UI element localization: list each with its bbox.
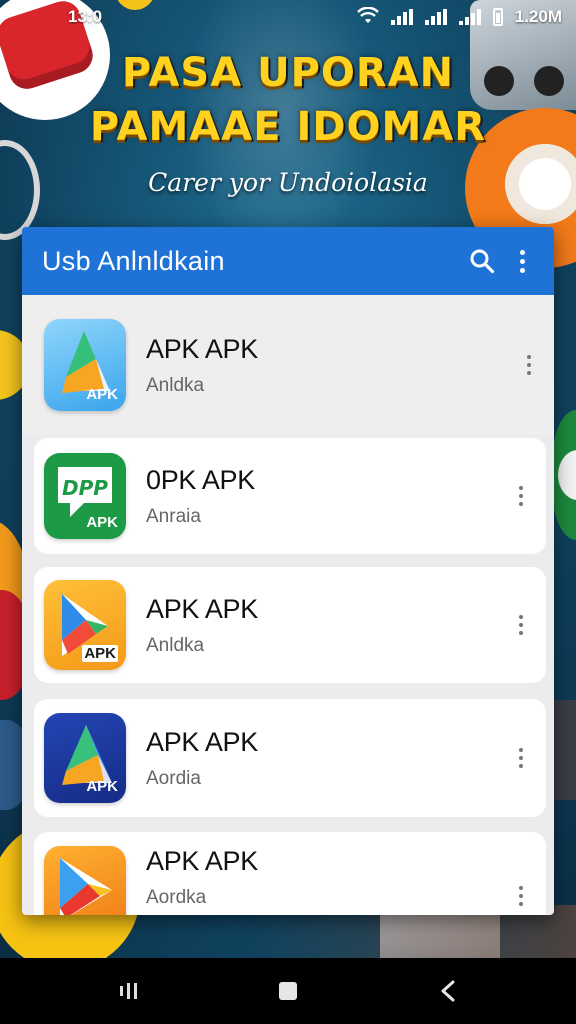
item-menu-button[interactable] <box>506 476 536 516</box>
signal-icon <box>424 9 447 25</box>
item-menu-button[interactable] <box>514 345 544 385</box>
app-name: APK APK <box>146 726 258 757</box>
back-button[interactable] <box>428 971 468 1011</box>
item-menu-button[interactable] <box>506 738 536 778</box>
orange-play-store-icon <box>44 846 126 915</box>
poster-title-line1: PASA UPORAN <box>121 50 455 96</box>
app-subtitle: Anldka <box>146 634 205 656</box>
recents-button[interactable] <box>108 971 148 1011</box>
app-subtitle: Aordka <box>146 887 207 908</box>
dpp-text: DPP <box>62 476 108 500</box>
more-vert-icon <box>519 249 525 273</box>
list-item[interactable]: APK APK APK Aordia <box>34 699 546 817</box>
orange-play-icon: APK <box>44 580 126 670</box>
list-item[interactable]: APK APK APK Anldka <box>22 295 554 435</box>
app-name: APK APK <box>146 846 258 876</box>
app-icon-label: APK <box>86 778 118 795</box>
data-signal-icon <box>458 9 481 25</box>
more-vert-icon <box>519 486 523 506</box>
app-icon-label: APK <box>86 514 118 531</box>
app-name: APK APK <box>146 333 258 364</box>
status-right-text: 1.20M <box>514 7 562 26</box>
list-item[interactable]: DPP APK 0PK APK Anraia <box>34 438 546 554</box>
back-icon <box>441 980 455 1002</box>
overflow-menu-button[interactable] <box>502 241 542 281</box>
navy-triangle-icon: APK <box>44 713 126 803</box>
search-icon <box>470 249 495 274</box>
more-vert-icon <box>527 355 531 375</box>
list-item[interactable]: APK APK Aordka <box>34 832 546 915</box>
green-decoration <box>552 410 576 540</box>
status-bar: 13:0 1.20M <box>0 0 576 34</box>
home-button[interactable] <box>268 971 308 1011</box>
more-vert-icon <box>519 886 523 906</box>
home-icon <box>279 982 297 1000</box>
app-list: APK APK APK Anldka DPP APK 0PK APK Anrai… <box>22 295 554 915</box>
app-bar: Usb Anlnldkain <box>22 227 554 295</box>
item-menu-button[interactable] <box>506 605 536 645</box>
search-button[interactable] <box>462 241 502 281</box>
app-subtitle: Anraia <box>146 505 201 527</box>
more-vert-icon <box>519 615 523 635</box>
navigation-bar <box>0 958 576 1024</box>
battery-icon <box>492 8 503 26</box>
wifi-icon <box>356 6 379 28</box>
app-name: 0PK APK <box>146 464 255 495</box>
app-window: Usb Anlnldkain APK APK APK Anldka DPP AP… <box>22 227 554 915</box>
blue-triangle-icon: APK <box>44 319 126 411</box>
signal-icon <box>390 9 413 25</box>
green-dpp-icon: DPP APK <box>44 453 126 539</box>
app-icon-label: APK <box>86 386 118 403</box>
app-icon-label: APK <box>82 645 118 662</box>
recents-icon <box>119 983 137 999</box>
list-item[interactable]: APK APK APK Anldka <box>34 567 546 683</box>
app-title: Usb Anlnldkain <box>42 245 225 276</box>
status-time: 13:0 <box>68 7 103 26</box>
poster-subtitle: Carer yor Undoiolasia <box>148 168 428 197</box>
app-subtitle: Anldka <box>146 374 205 396</box>
item-menu-button[interactable] <box>506 876 536 915</box>
poster-title-line2: PAMAAE IDOMAR <box>89 104 487 150</box>
app-subtitle: Aordia <box>146 767 201 789</box>
app-name: APK APK <box>146 593 258 624</box>
more-vert-icon <box>519 748 523 768</box>
